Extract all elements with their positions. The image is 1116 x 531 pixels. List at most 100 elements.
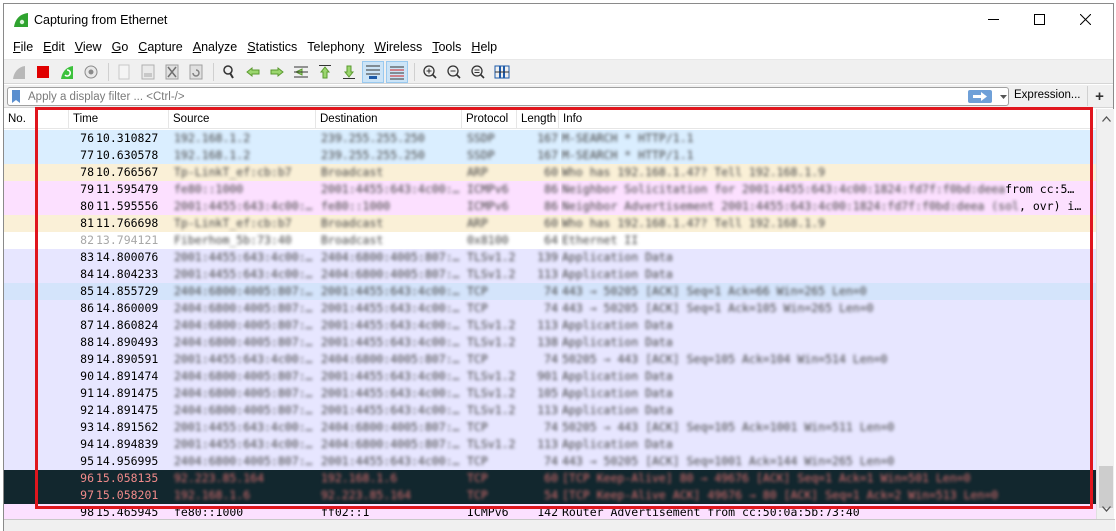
bookmark-icon[interactable] xyxy=(12,90,20,103)
packet-row[interactable]: 81 11.766698 Tp-LinkT_ef:cb:b7 Broadcast ARP… xyxy=(4,215,1096,232)
packet-row[interactable]: 79 11.595479 fe80::1000 2001:4455:643:4c00:… xyxy=(4,181,1096,198)
packet-row[interactable]: 77 10.630578 192.168.1.2 239.255.255.250 SSD… xyxy=(4,147,1096,164)
minimize-button[interactable] xyxy=(970,4,1016,35)
packet-info: [TCP Keep-Alive] 80 → 49676 [ACK] Seq=1 … xyxy=(562,471,971,485)
menu-file[interactable]: File xyxy=(9,40,37,54)
packet-row[interactable]: 91 14.891475 2404:6800:4005:807:… 2001:4455… xyxy=(4,385,1096,402)
chevron-down-icon xyxy=(1101,506,1111,512)
add-filter-button-plus-icon[interactable]: + xyxy=(1087,86,1111,106)
start-capture-button[interactable] xyxy=(8,61,30,83)
menu-go[interactable]: Go xyxy=(108,40,133,54)
menu-help[interactable]: Help xyxy=(467,40,501,54)
packet-row[interactable]: 93 14.891562 2001:4455:643:4c00:… 2404:6800… xyxy=(4,419,1096,436)
packet-row[interactable]: 95 14.956995 2404:6800:4005:807:… 2001:4455… xyxy=(4,453,1096,470)
column-header-protocol[interactable]: Protocol xyxy=(462,109,517,129)
packet-info: Who has 192.168.1.47? Tell 192.168.1.9 xyxy=(562,216,826,230)
menu-capture[interactable]: Capture xyxy=(134,40,186,54)
reload-file-button[interactable] xyxy=(185,61,207,83)
filter-history-dropdown[interactable] xyxy=(997,90,1009,103)
packet-row[interactable]: 84 14.804233 2001:4455:643:4c00:… 2404:6800… xyxy=(4,266,1096,283)
column-header-destination[interactable]: Destination xyxy=(316,109,462,129)
packet-time: 14.891475 xyxy=(96,386,159,400)
packet-row[interactable]: 83 14.800076 2001:4455:643:4c00:… 2404:6800… xyxy=(4,249,1096,266)
open-file-button[interactable] xyxy=(113,61,135,83)
arrow-right-icon xyxy=(973,92,987,101)
packet-length: 74 xyxy=(544,301,558,315)
packet-length: 139 xyxy=(537,250,558,264)
packet-row[interactable]: 88 14.890493 2404:6800:4005:807:… 2001:4455… xyxy=(4,334,1096,351)
restart-capture-button[interactable] xyxy=(56,61,78,83)
packet-protocol: TCP xyxy=(467,284,488,298)
packet-time: 14.891474 xyxy=(96,369,159,383)
packet-info: 443 → 50205 [ACK] Seq=1 Ack=66 Win=265 L… xyxy=(562,284,867,298)
packet-time: 14.860824 xyxy=(96,318,159,332)
menu-tools[interactable]: Tools xyxy=(428,40,465,54)
packet-row[interactable]: 89 14.890591 2001:4455:643:4c00:… 2404:6800… xyxy=(4,351,1096,368)
go-forward-button[interactable] xyxy=(266,61,288,83)
packet-list-scrollbar[interactable] xyxy=(1096,109,1114,519)
packet-info: M-SEARCH * HTTP/1.1 xyxy=(562,148,694,162)
packet-protocol: TCP xyxy=(467,488,488,502)
packet-destination: 2404:6800:4005:807:… xyxy=(321,352,460,366)
go-last-packet-button[interactable] xyxy=(338,61,360,83)
menu-edit[interactable]: Edit xyxy=(39,40,69,54)
menu-view[interactable]: View xyxy=(71,40,106,54)
scroll-up-button[interactable] xyxy=(1097,111,1115,127)
zoom-out-button[interactable] xyxy=(443,61,465,83)
packet-no: 82 xyxy=(80,233,94,247)
menu-analyze[interactable]: Analyze xyxy=(189,40,241,54)
packet-info: Who has 192.168.1.47? Tell 192.168.1.9 xyxy=(562,165,826,179)
zoom-reset-button[interactable] xyxy=(467,61,489,83)
maximize-button[interactable] xyxy=(1016,4,1062,35)
stop-capture-button[interactable] xyxy=(32,61,54,83)
packet-protocol: TLSv1.2 xyxy=(467,267,516,281)
packet-protocol: TCP xyxy=(467,420,488,434)
close-file-button[interactable] xyxy=(161,61,183,83)
packet-row[interactable]: 96 15.058135 92.223.85.164 192.168.1.6 TCP 60… xyxy=(4,470,1096,487)
find-packet-button[interactable] xyxy=(218,61,240,83)
packet-row[interactable]: 92 14.891475 2404:6800:4005:807:… 2001:4455… xyxy=(4,402,1096,419)
go-back-button[interactable] xyxy=(242,61,264,83)
go-to-packet-button[interactable] xyxy=(290,61,312,83)
menu-statistics[interactable]: Statistics xyxy=(243,40,301,54)
packet-row[interactable]: 98 15.465945 fe80::1000 ff02::1 ICMPv6 142 Rou… xyxy=(4,504,1096,519)
packet-row[interactable]: 82 13.794121 Fiberhom_5b:73:40 Broadcast 0x8… xyxy=(4,232,1096,249)
packet-row[interactable]: 85 14.855729 2404:6800:4005:807:… 2001:4455… xyxy=(4,283,1096,300)
column-header-length[interactable]: Length xyxy=(517,109,559,129)
packet-length: 74 xyxy=(544,352,558,366)
packet-row[interactable]: 97 15.058201 192.168.1.6 92.223.85.164 TCP 54… xyxy=(4,487,1096,504)
packet-row[interactable]: 78 10.766567 Tp-LinkT_ef:cb:b7 Broadcast ARP… xyxy=(4,164,1096,181)
column-header-info[interactable]: Info xyxy=(559,109,1096,129)
menu-wireless[interactable]: Wireless xyxy=(370,40,426,54)
auto-scroll-button[interactable] xyxy=(362,60,384,83)
save-file-button[interactable] xyxy=(137,61,159,83)
zoom-in-button[interactable] xyxy=(419,61,441,83)
capture-options-button[interactable] xyxy=(80,61,102,83)
packet-row[interactable]: 86 14.860009 2404:6800:4005:807:… 2001:4455… xyxy=(4,300,1096,317)
close-button[interactable] xyxy=(1062,4,1108,35)
packet-row[interactable]: 90 14.891474 2404:6800:4005:807:… 2001:4455… xyxy=(4,368,1096,385)
save-file-icon xyxy=(141,64,155,79)
go-first-packet-button[interactable] xyxy=(314,61,336,83)
packet-info: 50205 → 443 [ACK] Seq=105 Ack=104 Win=51… xyxy=(562,352,888,366)
expression-button[interactable]: Expression... xyxy=(1014,89,1080,101)
colorize-button[interactable] xyxy=(386,60,408,83)
column-header-no[interactable]: No. xyxy=(4,109,36,129)
apply-filter-button[interactable] xyxy=(968,90,992,103)
packet-row[interactable]: 76 10.310827 192.168.1.2 239.255.255.250 SSD… xyxy=(4,130,1096,147)
packet-length: 105 xyxy=(537,386,558,400)
packet-row[interactable]: 80 11.595556 2001:4455:643:4c00:… fe80::100… xyxy=(4,198,1096,215)
packet-row[interactable]: 94 14.894839 2001:4455:643:4c00:… 2404:6800… xyxy=(4,436,1096,453)
packet-destination: 192.168.1.6 xyxy=(321,471,398,485)
packet-no: 81 xyxy=(80,216,94,230)
scroll-down-button[interactable] xyxy=(1097,501,1115,517)
packet-info: Application Data xyxy=(562,386,673,400)
column-header-source[interactable]: Source xyxy=(169,109,316,129)
pane-splitter[interactable] xyxy=(4,519,1115,531)
menu-telephony[interactable]: Telephony xyxy=(303,40,368,54)
packet-row[interactable]: 87 14.860824 2404:6800:4005:807:… 2001:4455… xyxy=(4,317,1096,334)
packet-source: 2404:6800:4005:807:… xyxy=(174,284,313,298)
resize-columns-button[interactable] xyxy=(491,61,513,83)
display-filter-input[interactable] xyxy=(28,89,948,104)
column-header-time[interactable]: Time xyxy=(69,109,169,129)
